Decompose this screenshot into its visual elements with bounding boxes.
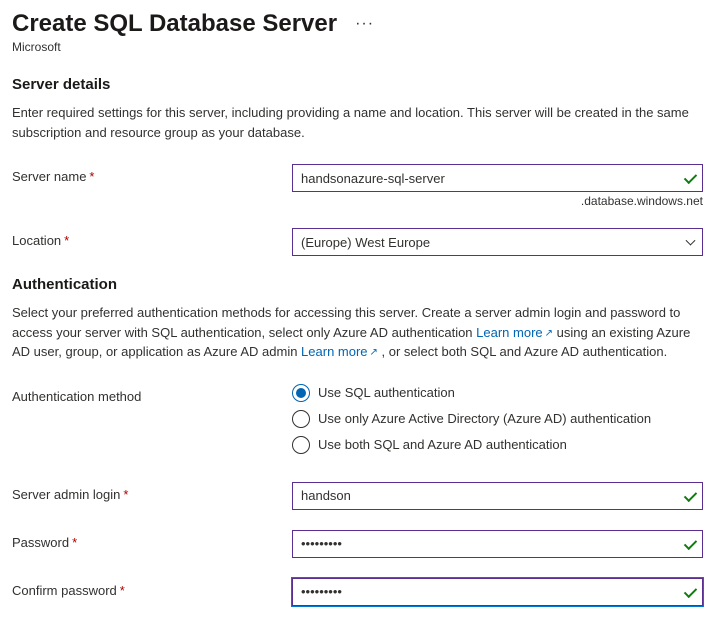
radio-label: Use only Azure Active Directory (Azure A… (318, 411, 651, 426)
admin-login-input[interactable] (293, 483, 702, 509)
confirm-password-input[interactable] (293, 579, 702, 605)
admin-login-input-wrap[interactable] (292, 482, 703, 510)
auth-heading: Authentication (12, 276, 703, 293)
server-name-label: Server name* (12, 164, 292, 184)
radio-sql-auth[interactable]: Use SQL authentication (292, 384, 703, 402)
external-link-icon: ↗ (545, 328, 553, 339)
password-label: Password* (12, 530, 292, 550)
radio-label: Use both SQL and Azure AD authentication (318, 437, 567, 452)
radio-label: Use SQL authentication (318, 385, 455, 400)
confirm-password-input-wrap[interactable] (292, 578, 703, 606)
more-icon[interactable]: ··· (355, 15, 374, 33)
location-label: Location* (12, 228, 292, 248)
chevron-down-icon (686, 236, 696, 246)
publisher-label: Microsoft (12, 40, 703, 54)
page-title: Create SQL Database Server (12, 10, 337, 38)
server-details-description: Enter required settings for this server,… (12, 103, 702, 142)
server-name-input[interactable] (293, 165, 702, 191)
server-name-input-wrap[interactable] (292, 164, 703, 192)
external-link-icon: ↗ (370, 347, 378, 358)
radio-only-aad[interactable]: Use only Azure Active Directory (Azure A… (292, 410, 703, 428)
auth-method-radio-group: Use SQL authentication Use only Azure Ac… (292, 384, 703, 454)
learn-more-link-1[interactable]: Learn more↗ (476, 325, 553, 340)
auth-description: Select your preferred authentication met… (12, 303, 702, 362)
location-select[interactable]: (Europe) West Europe (292, 228, 703, 256)
radio-both-auth[interactable]: Use both SQL and Azure AD authentication (292, 436, 703, 454)
auth-method-label: Authentication method (12, 384, 292, 404)
learn-more-link-2[interactable]: Learn more↗ (301, 344, 378, 359)
server-details-heading: Server details (12, 76, 703, 93)
location-value: (Europe) West Europe (301, 235, 430, 250)
password-input-wrap[interactable] (292, 530, 703, 558)
admin-login-label: Server admin login* (12, 482, 292, 502)
confirm-password-label: Confirm password* (12, 578, 292, 598)
password-input[interactable] (293, 531, 702, 557)
server-name-suffix: .database.windows.net (292, 194, 703, 208)
section-authentication: Authentication Select your preferred aut… (12, 276, 703, 606)
section-server-details: Server details Enter required settings f… (12, 76, 703, 256)
